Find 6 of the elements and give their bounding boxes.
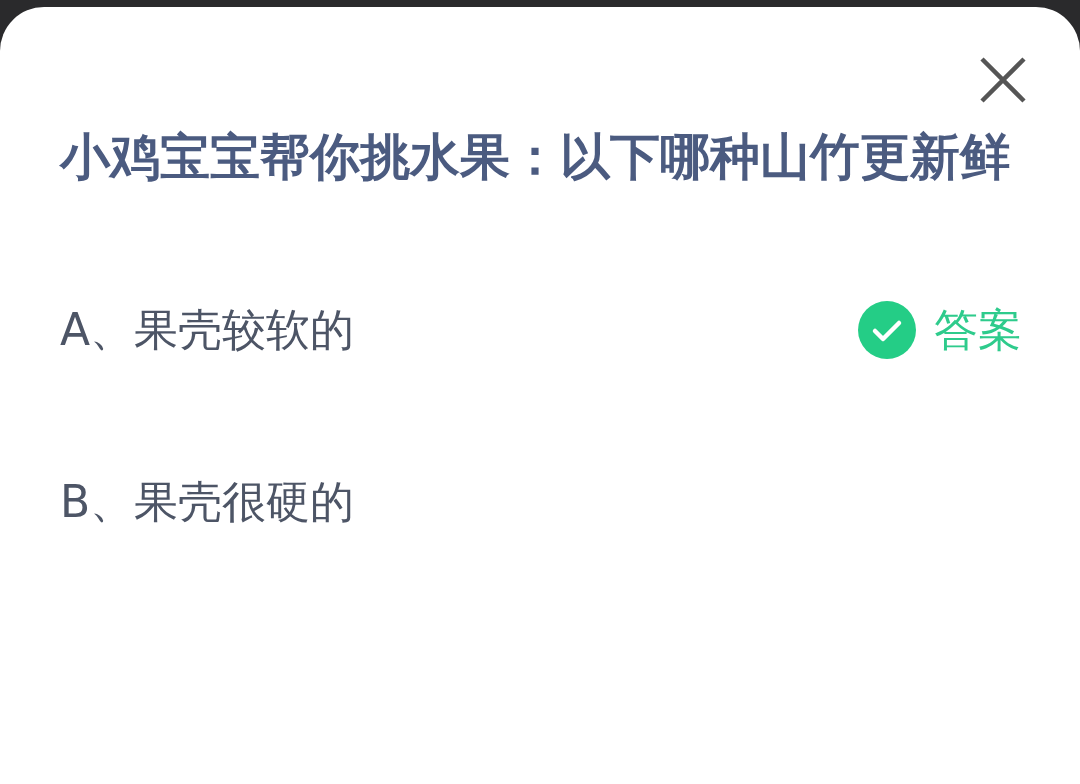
question-text: 小鸡宝宝帮你挑水果：以下哪种山竹更新鲜	[60, 127, 1011, 188]
option-text[interactable]: B、果壳很硬的	[60, 472, 1022, 532]
option-text[interactable]: A、果壳较软的	[60, 300, 858, 360]
close-icon	[978, 55, 1028, 105]
close-button[interactable]	[978, 55, 1028, 105]
answer-label: 答案	[934, 302, 1022, 357]
